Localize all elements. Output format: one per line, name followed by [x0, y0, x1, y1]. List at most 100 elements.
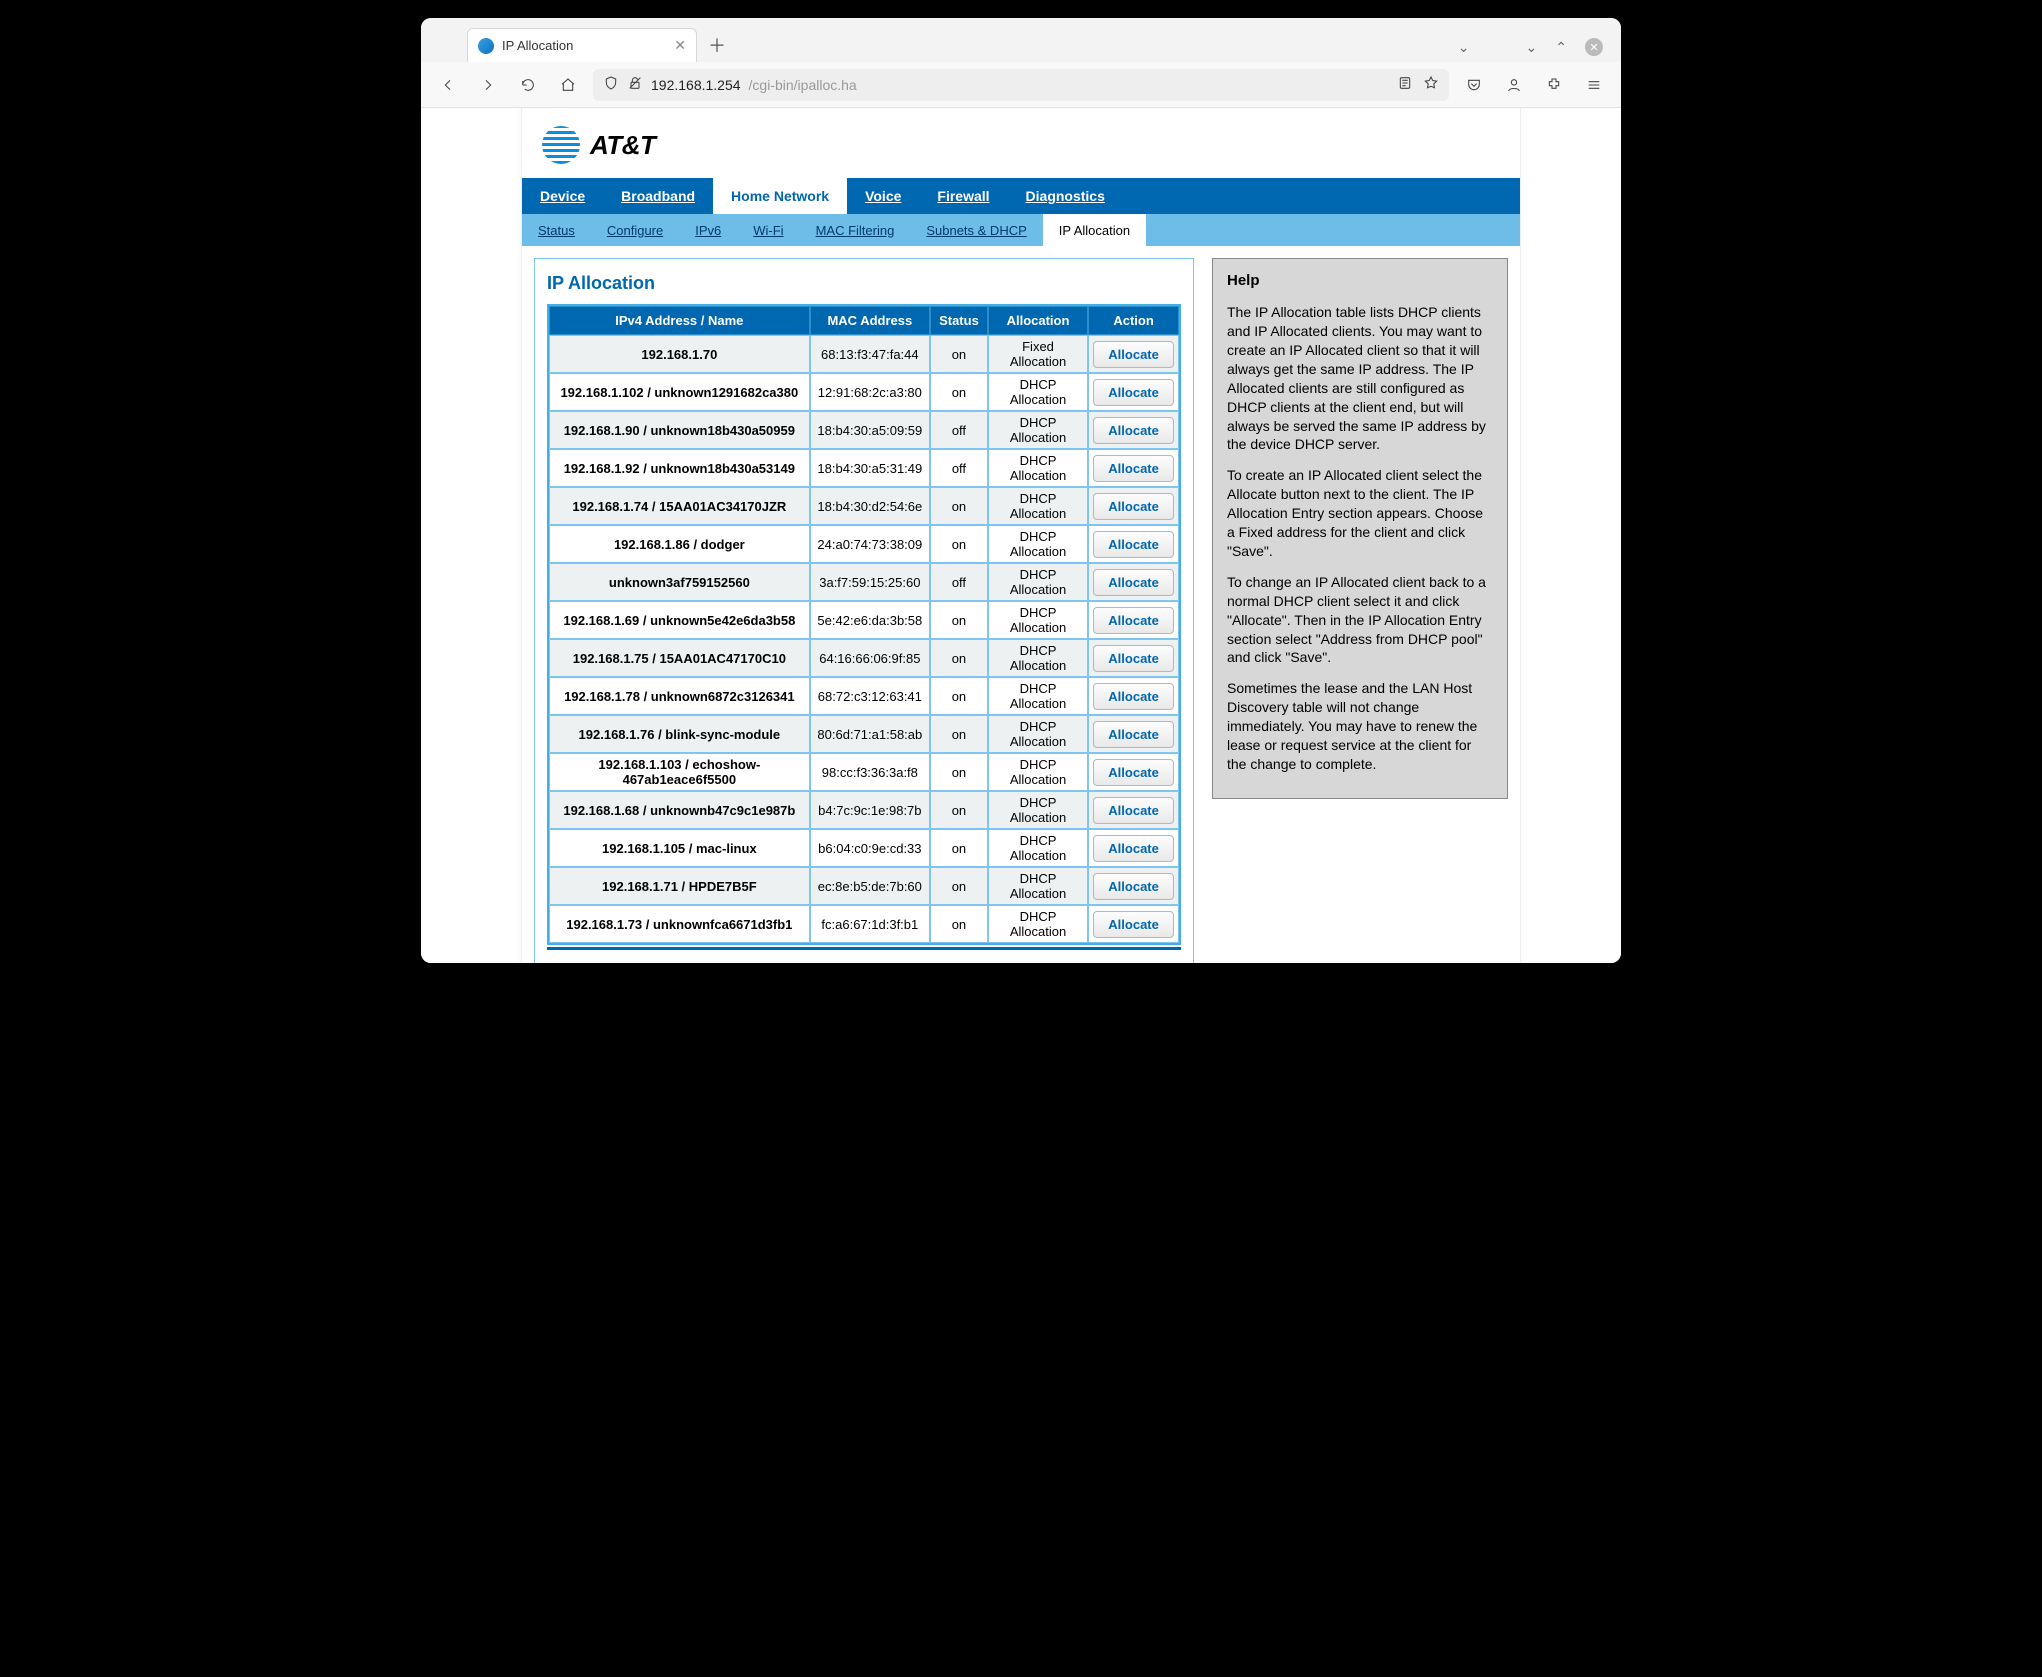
allocate-button[interactable]: Allocate: [1093, 379, 1174, 406]
tab-strip: IP Allocation ✕ ＋ ⌄ ⌄ ⌃ ✕: [421, 18, 1621, 62]
window-max-button[interactable]: ⌃: [1555, 39, 1567, 56]
cell-name: 192.168.1.92 / unknown18b430a53149: [549, 449, 810, 487]
account-icon: [1506, 77, 1522, 93]
reader-mode-icon[interactable]: [1397, 75, 1413, 94]
subnav-ip-allocation[interactable]: IP Allocation: [1043, 214, 1146, 246]
allocate-button[interactable]: Allocate: [1093, 759, 1174, 786]
table-row: 192.168.1.90 / unknown18b430a5095918:b4:…: [549, 411, 1179, 449]
subnav-subnets-dhcp[interactable]: Subnets & DHCP: [910, 214, 1042, 246]
cell-name: 192.168.1.68 / unknownb47c9c1e987b: [549, 791, 810, 829]
help-paragraph: To change an IP Allocated client back to…: [1227, 573, 1493, 667]
allocate-button[interactable]: Allocate: [1093, 683, 1174, 710]
table-row: unknown3af7591525603a:f7:59:15:25:60offD…: [549, 563, 1179, 601]
subnav-status[interactable]: Status: [522, 214, 591, 246]
cell-mac: b6:04:c0:9e:cd:33: [810, 829, 930, 867]
cell-action: Allocate: [1088, 373, 1179, 411]
extensions-button[interactable]: [1539, 70, 1569, 100]
cell-allocation: DHCP Allocation: [988, 449, 1088, 487]
subnav-mac-filtering[interactable]: MAC Filtering: [800, 214, 911, 246]
browser-window: IP Allocation ✕ ＋ ⌄ ⌄ ⌃ ✕: [421, 18, 1621, 963]
subnav-wi-fi[interactable]: Wi-Fi: [737, 214, 799, 246]
cell-status: on: [930, 639, 988, 677]
url-bar[interactable]: 192.168.1.254/cgi-bin/ipalloc.ha: [593, 69, 1449, 101]
browser-tab[interactable]: IP Allocation ✕: [467, 28, 697, 62]
mainnav-home-network[interactable]: Home Network: [713, 178, 847, 214]
table-row: 192.168.1.102 / unknown1291682ca38012:91…: [549, 373, 1179, 411]
cell-name: 192.168.1.75 / 15AA01AC47170C10: [549, 639, 810, 677]
cell-name: 192.168.1.69 / unknown5e42e6da3b58: [549, 601, 810, 639]
help-title: Help: [1227, 271, 1493, 291]
table-row: 192.168.1.75 / 15AA01AC47170C1064:16:66:…: [549, 639, 1179, 677]
app-menu-button[interactable]: [1579, 70, 1609, 100]
cell-action: Allocate: [1088, 525, 1179, 563]
allocate-button[interactable]: Allocate: [1093, 835, 1174, 862]
mainnav-device[interactable]: Device: [522, 178, 603, 214]
mainnav-diagnostics[interactable]: Diagnostics: [1008, 178, 1123, 214]
table-row: 192.168.1.105 / mac-linuxb6:04:c0:9e:cd:…: [549, 829, 1179, 867]
cell-name: 192.168.1.105 / mac-linux: [549, 829, 810, 867]
table-row: 192.168.1.92 / unknown18b430a5314918:b4:…: [549, 449, 1179, 487]
back-button[interactable]: [433, 70, 463, 100]
cell-status: on: [930, 867, 988, 905]
mainnav-broadband[interactable]: Broadband: [603, 178, 713, 214]
cell-allocation: DHCP Allocation: [988, 753, 1088, 791]
tab-close-button[interactable]: ✕: [674, 37, 686, 54]
cell-action: Allocate: [1088, 411, 1179, 449]
help-paragraph: To create an IP Allocated client select …: [1227, 466, 1493, 560]
mainnav-voice[interactable]: Voice: [847, 178, 919, 214]
allocate-button[interactable]: Allocate: [1093, 607, 1174, 634]
cell-name: 192.168.1.102 / unknown1291682ca380: [549, 373, 810, 411]
reload-button[interactable]: [513, 70, 543, 100]
window-min-button[interactable]: ⌄: [1526, 39, 1538, 56]
cell-action: Allocate: [1088, 677, 1179, 715]
allocate-button[interactable]: Allocate: [1093, 797, 1174, 824]
cell-allocation: DHCP Allocation: [988, 829, 1088, 867]
cell-mac: 68:72:c3:12:63:41: [810, 677, 930, 715]
main-panel: IP Allocation IPv4 Address / Name MAC Ad…: [534, 258, 1194, 963]
cell-action: Allocate: [1088, 753, 1179, 791]
cell-action: Allocate: [1088, 563, 1179, 601]
brand-name: AT&T: [590, 130, 655, 161]
brand-header: AT&T: [522, 108, 1520, 178]
arrow-left-icon: [440, 77, 456, 93]
cell-mac: 80:6d:71:a1:58:ab: [810, 715, 930, 753]
mainnav-firewall[interactable]: Firewall: [919, 178, 1007, 214]
allocate-button[interactable]: Allocate: [1093, 721, 1174, 748]
bookmark-star-icon[interactable]: [1423, 75, 1439, 94]
cell-mac: ec:8e:b5:de:7b:60: [810, 867, 930, 905]
cell-name: 192.168.1.103 / echoshow-467ab1eace6f550…: [549, 753, 810, 791]
subnav-ipv6[interactable]: IPv6: [679, 214, 737, 246]
page-viewport[interactable]: AT&T DeviceBroadbandHome NetworkVoiceFir…: [421, 108, 1621, 963]
allocate-button[interactable]: Allocate: [1093, 873, 1174, 900]
allocate-button[interactable]: Allocate: [1093, 911, 1174, 938]
arrow-right-icon: [480, 77, 496, 93]
table-row: 192.168.1.86 / dodger24:a0:74:73:38:09on…: [549, 525, 1179, 563]
allocate-button[interactable]: Allocate: [1093, 493, 1174, 520]
table-row: 192.168.1.78 / unknown6872c312634168:72:…: [549, 677, 1179, 715]
new-tab-button[interactable]: ＋: [703, 31, 731, 59]
allocate-button[interactable]: Allocate: [1093, 455, 1174, 482]
cell-status: on: [930, 791, 988, 829]
window-close-button[interactable]: ✕: [1585, 38, 1603, 56]
cell-allocation: DHCP Allocation: [988, 487, 1088, 525]
allocate-button[interactable]: Allocate: [1093, 417, 1174, 444]
cell-action: Allocate: [1088, 335, 1179, 373]
allocate-button[interactable]: Allocate: [1093, 341, 1174, 368]
cell-mac: 12:91:68:2c:a3:80: [810, 373, 930, 411]
cell-name: 192.168.1.78 / unknown6872c3126341: [549, 677, 810, 715]
forward-button[interactable]: [473, 70, 503, 100]
cell-mac: b4:7c:9c:1e:98:7b: [810, 791, 930, 829]
cell-allocation: Fixed Allocation: [988, 335, 1088, 373]
allocate-button[interactable]: Allocate: [1093, 645, 1174, 672]
allocate-button[interactable]: Allocate: [1093, 531, 1174, 558]
pocket-button[interactable]: [1459, 70, 1489, 100]
subnav-configure[interactable]: Configure: [591, 214, 679, 246]
allocate-button[interactable]: Allocate: [1093, 569, 1174, 596]
account-button[interactable]: [1499, 70, 1529, 100]
home-button[interactable]: [553, 70, 583, 100]
tabs-dropdown-button[interactable]: ⌄: [1458, 39, 1470, 56]
url-path: /cgi-bin/ipalloc.ha: [749, 77, 857, 93]
cell-status: on: [930, 753, 988, 791]
cell-action: Allocate: [1088, 449, 1179, 487]
cell-allocation: DHCP Allocation: [988, 525, 1088, 563]
